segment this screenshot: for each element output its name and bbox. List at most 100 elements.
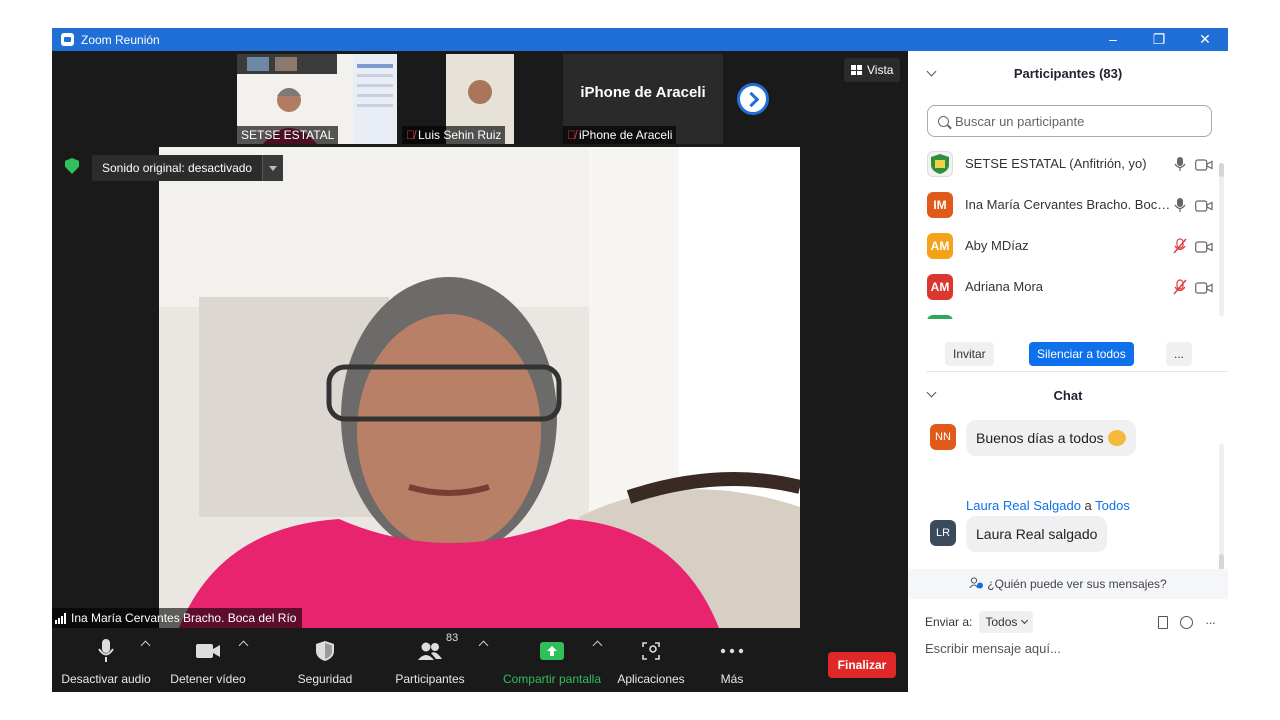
zoom-logo-icon: [61, 33, 74, 46]
search-icon: [938, 115, 949, 127]
video-camera-icon[interactable]: [1195, 158, 1213, 171]
stop-video-label: Detener vídeo: [170, 672, 246, 686]
thumbnail-setse-estatal[interactable]: SETSE ESTATAL: [237, 54, 397, 144]
video-camera-icon: [195, 634, 221, 668]
hugging-face-emoji-icon: [1107, 430, 1126, 446]
thumbnail-name-bar: SETSE ESTATAL: [237, 126, 339, 144]
view-label: Vista: [867, 63, 894, 77]
collapse-chevron-icon[interactable]: [926, 66, 937, 77]
participant-search[interactable]: [927, 105, 1212, 137]
share-screen-icon: [540, 634, 564, 668]
chevron-down-icon[interactable]: [262, 155, 284, 181]
participant-row[interactable]: IM Ina María Cervantes Bracho. Boca del …: [908, 184, 1218, 225]
participant-name: Ina María Cervantes Bracho. Boca del Río: [965, 197, 1173, 212]
mic-muted-icon[interactable]: [1173, 278, 1187, 295]
restore-button[interactable]: ❐: [1136, 28, 1182, 51]
grid-view-icon: [851, 65, 862, 75]
mic-muted-icon[interactable]: [1173, 237, 1187, 254]
encryption-shield-icon[interactable]: [65, 158, 79, 174]
active-speaker-video: [159, 147, 800, 628]
meeting-area: SETSE ESTATAL 🎙̸ Luis Sehin Ruiz iPhone d…: [52, 51, 908, 692]
microphone-icon[interactable]: [1173, 156, 1187, 172]
share-screen-button[interactable]: Compartir pantalla: [500, 628, 604, 692]
participant-avatar: AM: [927, 232, 953, 259]
participant-list-scroll-thumb[interactable]: [1219, 163, 1224, 177]
speaker-name-bar: Ina María Cervantes Bracho. Boca del Río: [52, 608, 303, 628]
participant-row-partial[interactable]: [908, 307, 1218, 319]
signal-strength-icon: [55, 612, 66, 624]
file-icon[interactable]: [1158, 615, 1168, 629]
participants-label: Participantes: [395, 672, 465, 686]
more-dots-icon: [720, 634, 744, 668]
participant-list: SETSE ESTATAL (Anfitrión, yo) IM Ina Mar…: [908, 143, 1218, 319]
video-camera-icon[interactable]: [1195, 199, 1213, 212]
participant-name: SETSE ESTATAL (Anfitrión, yo): [965, 156, 1147, 171]
mic-muted-icon: 🎙̸: [406, 128, 415, 142]
chat-to-word: a: [1084, 498, 1092, 513]
participant-actions: Invitar Silenciar a todos ...: [908, 336, 1228, 372]
participant-row[interactable]: AM Aby MDíaz: [908, 225, 1218, 266]
more-dots-icon[interactable]: ···: [1205, 615, 1216, 630]
speaker-video-image: [159, 147, 800, 628]
emoji-icon[interactable]: [1180, 615, 1193, 629]
chat-sender-link[interactable]: Laura Real Salgado: [966, 498, 1081, 513]
recipient-select[interactable]: Todos: [979, 611, 1034, 633]
chat-message[interactable]: Buenos días a todos: [966, 420, 1136, 456]
participants-options-caret[interactable]: [478, 640, 489, 651]
chat-header: Chat: [908, 375, 1228, 415]
more-label: Más: [720, 672, 744, 686]
who-can-see-messages[interactable]: ¿Quién puede ver sus mensajes?: [908, 569, 1228, 599]
panel-divider: [926, 371, 1228, 372]
mute-all-button[interactable]: Silenciar a todos: [1029, 342, 1134, 366]
who-can-see-label: ¿Quién puede ver sus mensajes?: [987, 577, 1167, 591]
microphone-icon[interactable]: [1173, 197, 1187, 213]
thumbnail-name: SETSE ESTATAL: [241, 128, 335, 142]
video-camera-icon[interactable]: [1195, 281, 1213, 294]
microphone-icon: [96, 634, 116, 668]
security-button[interactable]: Seguridad: [282, 628, 368, 692]
collapse-chevron-icon[interactable]: [926, 387, 937, 398]
chat-tools: ···: [1158, 615, 1216, 630]
person-info-icon: [969, 576, 984, 592]
end-meeting-button[interactable]: Finalizar: [828, 652, 896, 678]
apps-button[interactable]: Aplicaciones: [612, 628, 690, 692]
participant-row[interactable]: SETSE ESTATAL (Anfitrión, yo): [908, 143, 1218, 184]
thumbnail-big-name: iPhone de Araceli: [580, 84, 706, 101]
minimize-button[interactable]: –: [1090, 28, 1136, 51]
security-label: Seguridad: [297, 672, 353, 686]
view-button[interactable]: Vista: [844, 58, 901, 82]
close-window-button[interactable]: ✕: [1182, 28, 1228, 51]
participant-strip: SETSE ESTATAL 🎙̸ Luis Sehin Ruiz iPhone d…: [52, 51, 908, 147]
apps-icon: [641, 634, 661, 668]
participant-list-scrollbar[interactable]: [1219, 163, 1224, 317]
thumbnail-luis-sehin-ruiz[interactable]: 🎙̸ Luis Sehin Ruiz: [402, 54, 562, 144]
chevron-down-icon: [1021, 616, 1029, 625]
apps-label: Aplicaciones: [617, 672, 685, 686]
more-button[interactable]: Más: [702, 628, 762, 692]
mute-audio-button[interactable]: Desactivar audio: [61, 628, 151, 692]
participant-search-input[interactable]: [955, 113, 1195, 129]
chat-recipient-link[interactable]: Todos: [1095, 498, 1130, 513]
side-panel: Participantes (83) SETSE ESTATAL (Anfitr…: [908, 51, 1228, 692]
participants-icon: [417, 634, 443, 668]
thumbnail-iphone-de-araceli[interactable]: iPhone de Araceli 🎙̸ iPhone de Araceli: [563, 54, 723, 144]
window-title: Zoom Reunión: [81, 32, 160, 47]
thumbnail-name-bar: 🎙̸ Luis Sehin Ruiz: [402, 126, 506, 144]
participants-more-button[interactable]: ...: [1166, 342, 1193, 366]
participant-row[interactable]: AM Adriana Mora: [908, 266, 1218, 307]
chat-sender-line: Laura Real Salgado a Todos: [966, 498, 1130, 513]
chat-scroll-thumb[interactable]: [1219, 554, 1224, 570]
invite-button[interactable]: Invitar: [945, 342, 994, 366]
video-camera-icon[interactable]: [1195, 240, 1213, 253]
chat-message[interactable]: Laura Real salgado: [966, 516, 1108, 552]
next-page-button[interactable]: [737, 83, 769, 115]
chat-message-text: Buenos días a todos: [976, 430, 1104, 446]
mic-muted-icon: 🎙̸: [567, 128, 576, 142]
thumbnail-name-bar: 🎙̸ iPhone de Araceli: [563, 126, 677, 144]
chat-message-input[interactable]: [925, 636, 1215, 660]
original-sound-toggle[interactable]: Sonido original: desactivado: [92, 155, 284, 181]
participants-count-badge: 83: [446, 632, 459, 644]
participant-name: Aby MDíaz: [965, 238, 1029, 253]
participants-button[interactable]: Participantes: [388, 628, 472, 692]
stop-video-button[interactable]: Detener vídeo: [164, 628, 252, 692]
